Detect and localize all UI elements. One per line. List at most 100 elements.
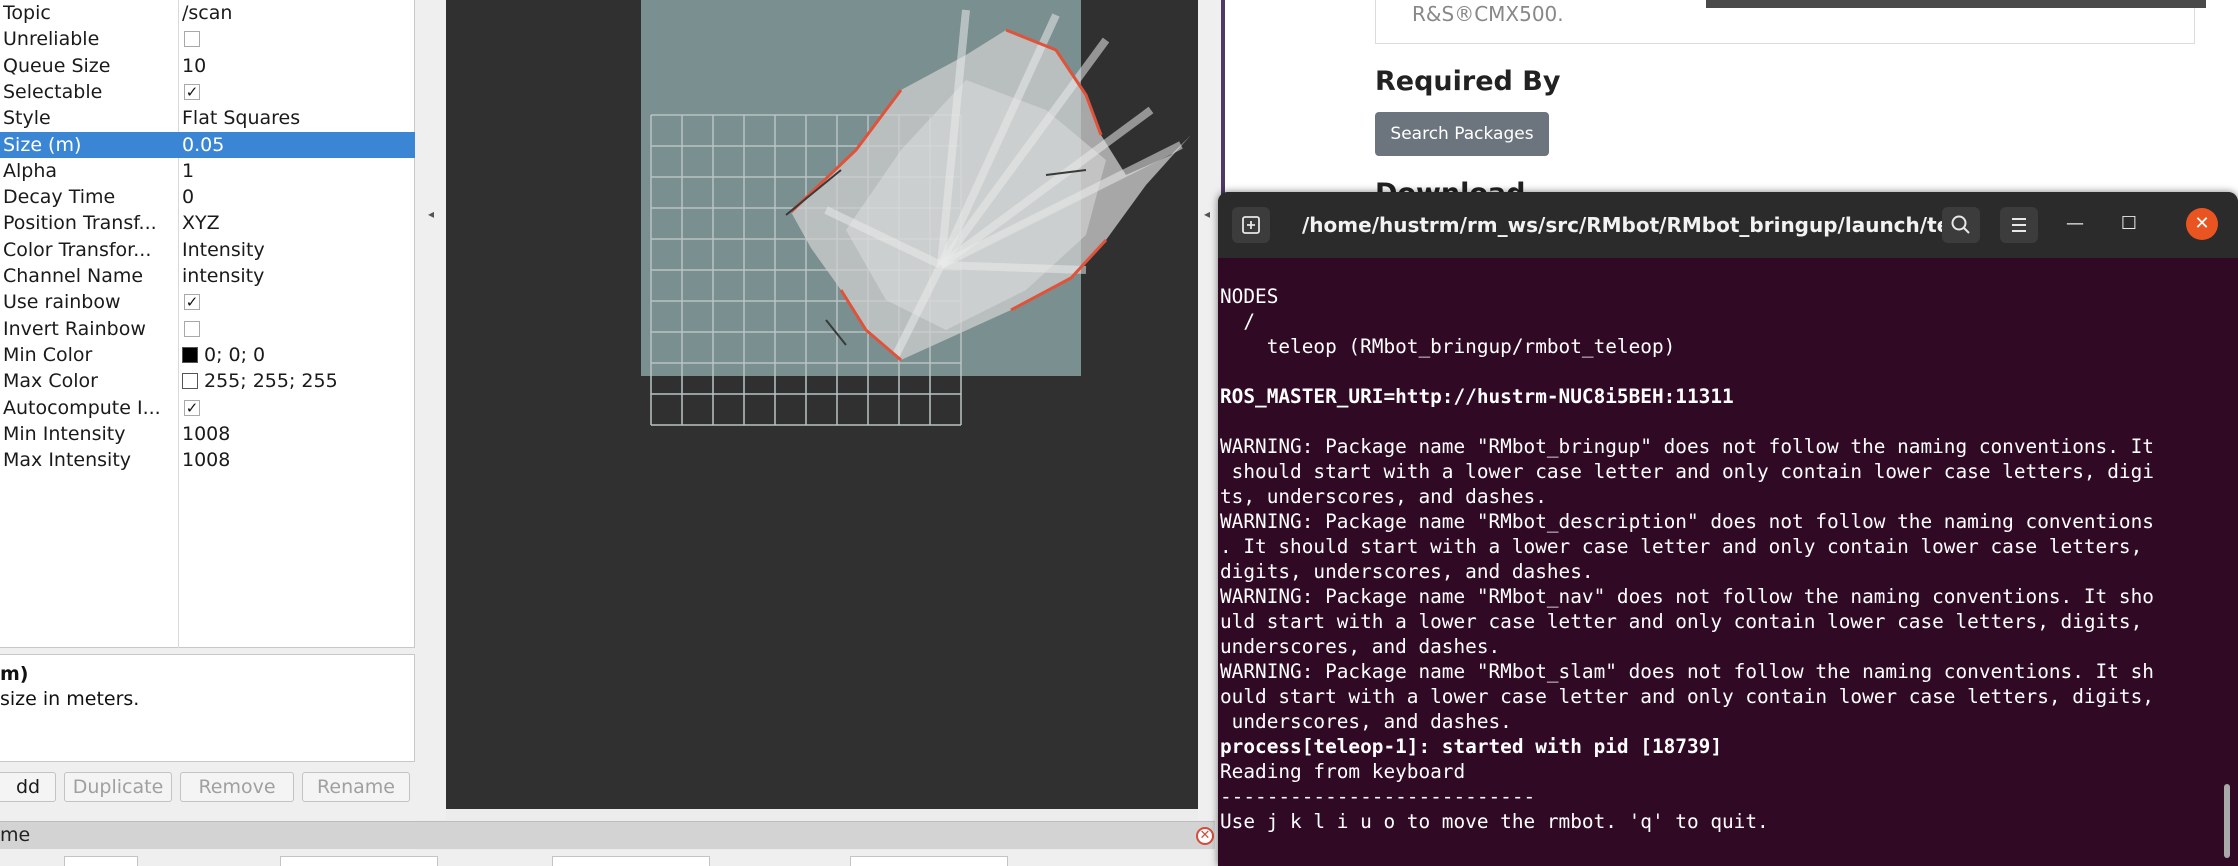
property-row[interactable]: Style Flat Squares xyxy=(0,105,415,131)
terminal-line: ould start with a lower case letter and … xyxy=(1220,685,2154,708)
hamburger-icon xyxy=(2012,218,2026,232)
property-row[interactable]: Position Transf... XYZ xyxy=(0,210,415,236)
property-value[interactable]: 0; 0; 0 xyxy=(182,342,265,368)
property-value[interactable]: 0 xyxy=(182,184,194,210)
card-image-strip xyxy=(1706,0,2206,8)
rviz-3d-viewport[interactable] xyxy=(446,0,1198,809)
terminal-line: underscores, and dashes. xyxy=(1220,635,1501,658)
time-field[interactable] xyxy=(64,856,138,866)
property-value[interactable]: 1008 xyxy=(182,421,230,447)
property-name: Min Intensity xyxy=(3,422,126,445)
time-panel-header: me ✕ xyxy=(0,821,1215,849)
time-panel-fields xyxy=(0,850,1215,866)
property-value[interactable]: 1 xyxy=(182,158,194,184)
property-row[interactable]: Invert Rainbow xyxy=(0,316,415,342)
property-name: Max Intensity xyxy=(3,449,132,472)
time-field[interactable] xyxy=(280,856,438,866)
terminal-line: uld start with a lower case letter and o… xyxy=(1220,610,2143,633)
duplicate-button[interactable]: Duplicate xyxy=(64,772,172,802)
terminal-line: / xyxy=(1220,310,1256,333)
close-time-panel-icon[interactable]: ✕ xyxy=(1196,827,1214,845)
property-value-text: /scan xyxy=(182,2,233,24)
terminal-line: Reading from keyboard xyxy=(1220,760,1466,783)
property-name: Autocompute I... xyxy=(3,396,161,419)
property-value[interactable]: Intensity xyxy=(182,237,265,263)
collapse-right-icon[interactable]: ◂ xyxy=(1204,207,1210,221)
property-row[interactable]: Channel Name intensity xyxy=(0,263,415,289)
property-row[interactable]: Min Intensity 1008 xyxy=(0,421,415,447)
property-name: Decay Time xyxy=(3,186,116,209)
property-value[interactable]: Flat Squares xyxy=(182,105,300,131)
property-checkbox[interactable] xyxy=(184,320,200,337)
property-value[interactable]: 1008 xyxy=(182,447,230,473)
remove-button[interactable]: Remove xyxy=(180,772,294,802)
terminal-output[interactable]: NODES / teleop (RMbot_bringup/rmbot_tele… xyxy=(1220,284,2220,834)
property-row[interactable]: Color Transfor... Intensity xyxy=(0,237,415,263)
property-checkbox[interactable]: ✓ xyxy=(184,399,200,416)
description-text: size in meters. xyxy=(0,688,140,710)
property-value[interactable]: /scan xyxy=(182,0,232,26)
left-splitter[interactable] xyxy=(418,0,446,820)
property-row[interactable]: Autocompute I... ✓ xyxy=(0,395,415,421)
close-icon[interactable]: ✕ xyxy=(2186,208,2218,240)
terminal-line: Use j k l i u o to move the rmbot. 'q' t… xyxy=(1220,810,1769,833)
property-row[interactable]: Use rainbow ✓ xyxy=(0,289,415,315)
collapse-left-icon[interactable]: ◂ xyxy=(428,207,434,221)
color-swatch[interactable] xyxy=(182,373,198,390)
property-row[interactable]: Queue Size 10 xyxy=(0,53,415,79)
property-value[interactable]: XYZ xyxy=(182,210,220,236)
minimize-icon[interactable]: — xyxy=(2060,209,2090,239)
color-swatch[interactable] xyxy=(182,346,198,363)
terminal-line: digits, underscores, and dashes. xyxy=(1220,560,1594,583)
add-button[interactable]: dd xyxy=(0,772,56,802)
terminal-line: WARNING: Package name "RMbot_bringup" do… xyxy=(1220,435,2154,458)
property-row[interactable]: Decay Time 0 xyxy=(0,184,415,210)
terminal-title: /home/hustrm/rm_ws/src/RMbot/RMbot_bring… xyxy=(1302,213,1962,237)
property-row[interactable]: Alpha 1 xyxy=(0,158,415,184)
terminal-line: WARNING: Package name "RMbot_nav" does n… xyxy=(1220,585,2154,608)
terminal-line: --------------------------- xyxy=(1220,785,1536,808)
property-name: Min Color xyxy=(3,343,93,366)
property-name: Max Color xyxy=(3,370,98,393)
property-value-text: XYZ xyxy=(182,212,220,235)
property-name: Selectable xyxy=(3,80,103,103)
property-description: m) size in meters. xyxy=(0,654,415,762)
menu-button[interactable] xyxy=(2000,207,2038,243)
description-title: m) xyxy=(0,663,29,685)
property-value-text: 0.05 xyxy=(182,133,225,156)
terminal-titlebar[interactable]: /home/hustrm/rm_ws/src/RMbot/RMbot_bring… xyxy=(1218,192,2238,258)
package-card: R&S®CMX500. xyxy=(1375,0,2206,44)
rviz-displays-panel: Topic/scan Unreliable Queue Size 10 Selectab… xyxy=(0,0,418,866)
property-tree[interactable]: Topic/scan Unreliable Queue Size 10 Selectab… xyxy=(0,0,415,648)
time-field[interactable] xyxy=(850,856,1008,866)
property-checkbox[interactable]: ✓ xyxy=(184,294,200,311)
property-value[interactable]: 10 xyxy=(182,53,206,79)
property-checkbox[interactable] xyxy=(184,31,200,48)
property-row[interactable]: Topic/scan xyxy=(0,0,415,26)
search-packages-button[interactable]: Search Packages xyxy=(1375,112,1549,156)
property-row[interactable]: Selectable ✓ xyxy=(0,79,415,105)
time-field[interactable] xyxy=(552,856,710,866)
property-value[interactable]: intensity xyxy=(182,263,264,289)
property-value[interactable]: 255; 255; 255 xyxy=(182,368,338,394)
search-button[interactable] xyxy=(1942,207,1980,243)
property-row[interactable]: Max Color 255; 255; 255 xyxy=(0,368,415,394)
property-row[interactable]: Unreliable xyxy=(0,26,415,52)
maximize-icon[interactable]: ☐ xyxy=(2114,209,2144,239)
property-value[interactable]: 0.05 xyxy=(182,132,224,158)
property-name: Invert Rainbow xyxy=(3,317,146,340)
property-row[interactable]: Size (m) 0.05 xyxy=(0,131,415,158)
rename-button[interactable]: Rename xyxy=(302,772,410,802)
property-row[interactable]: Min Color 0; 0; 0 xyxy=(0,342,415,368)
terminal-window[interactable]: /home/hustrm/rm_ws/src/RMbot/RMbot_bring… xyxy=(1218,192,2238,866)
terminal-line: should start with a lower case letter an… xyxy=(1220,460,2154,483)
property-name: Channel Name xyxy=(3,265,144,287)
terminal-line: ts, underscores, and dashes. xyxy=(1220,485,1547,508)
new-tab-button[interactable] xyxy=(1232,207,1270,243)
property-value-text: Flat Squares xyxy=(182,107,301,130)
property-checkbox[interactable]: ✓ xyxy=(184,83,200,100)
property-row[interactable]: Max Intensity 1008 xyxy=(0,447,415,473)
map-render xyxy=(641,0,1191,426)
terminal-scrollbar[interactable] xyxy=(2224,784,2230,858)
